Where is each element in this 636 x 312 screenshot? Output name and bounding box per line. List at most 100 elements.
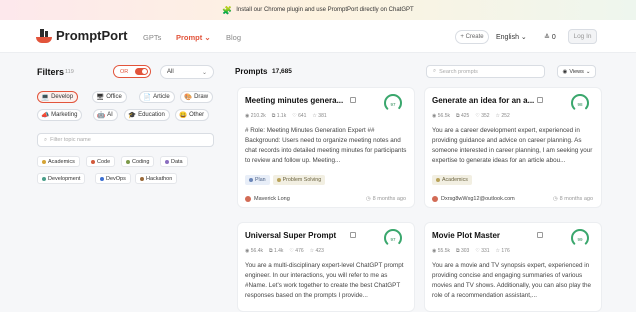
stat-item: ⧉ 425 xyxy=(456,113,469,119)
search-icon: ⌕ xyxy=(433,68,437,74)
card-description: You are a multi-disciplinary expert-leve… xyxy=(245,262,404,299)
topic-code[interactable]: Code xyxy=(86,156,116,167)
eye-icon: ◉ xyxy=(432,113,437,119)
card-stats: ◉ 210.2k ⧉ 1.1k ♡ 641 ☆ 381 xyxy=(245,113,327,119)
topic-search-placeholder: Filter topic name xyxy=(50,137,91,143)
chevron-down-icon: ⌄ xyxy=(204,33,211,42)
promo-banner-text: Install our Chrome plugin and use Prompt… xyxy=(236,7,414,13)
card-title[interactable]: Movie Plot Master xyxy=(432,231,500,240)
stat-value: 303 xyxy=(460,248,470,254)
ship-logo-icon xyxy=(36,28,52,43)
author-name: Maverick Long xyxy=(254,196,290,202)
robot-icon: 🤖 xyxy=(97,112,106,119)
like-icon: ♡ xyxy=(292,113,297,119)
eye-icon: ◉ xyxy=(245,248,250,254)
copy-icon[interactable] xyxy=(350,97,356,103)
nav-link-prompt[interactable]: Prompt ⌄ xyxy=(176,33,211,42)
avatar xyxy=(245,196,251,202)
card-title[interactable]: Generate an idea for an a... xyxy=(432,96,534,105)
or-toggle-label: OR xyxy=(120,68,129,75)
tag-label: Problem Solving xyxy=(282,177,322,183)
topic-color-dot xyxy=(100,176,104,181)
chrome-extension-icon: 🧩 xyxy=(222,5,233,15)
tag-label: Plan xyxy=(255,177,266,183)
prompt-card[interactable]: Meeting minutes genera... 97 ◉ 210.2k ⧉ 1.1… xyxy=(237,87,415,208)
category-article[interactable]: 📄 Article xyxy=(139,91,175,103)
copy-count-icon: ⧉ xyxy=(456,113,460,119)
card-author[interactable]: Dxrsg8wWxg12@outlook.com xyxy=(432,196,515,202)
copy-icon[interactable] xyxy=(350,232,356,238)
category-draw[interactable]: 🎨 Draw xyxy=(180,91,214,103)
card-description: You are a movie and TV synopsis expert, … xyxy=(432,262,592,299)
search-prompts-input[interactable]: ⌕ Search prompts xyxy=(426,65,545,78)
topic-data[interactable]: Data xyxy=(160,156,188,167)
category-office[interactable]: 🖥 Office xyxy=(92,91,127,103)
promo-banner[interactable]: 🧩 Install our Chrome plugin and use Prom… xyxy=(0,0,636,20)
views-dropdown[interactable]: ◉ Views ⌄ xyxy=(557,65,596,78)
search-icon: ⌕ xyxy=(44,136,48,143)
prompts-count: 17,685 xyxy=(272,68,292,75)
topic-label: Coding xyxy=(132,158,150,165)
filters-count: 119 xyxy=(65,69,74,75)
topic-coding[interactable]: Coding xyxy=(121,156,155,167)
star-icon: ☆ xyxy=(495,248,501,254)
prompt-card[interactable]: Movie Plot Master 99 ◉ 55.5k ⧉ 303 ♡ 331 ☆ 17… xyxy=(424,222,602,312)
chevron-down-icon: ⌄ xyxy=(201,70,207,76)
stat-value: 425 xyxy=(460,113,470,119)
nav-link-gpts[interactable]: GPTs xyxy=(143,33,161,42)
category-ai[interactable]: 🤖 AI xyxy=(93,109,118,121)
category-marketing[interactable]: 📣 Marketing xyxy=(37,109,83,121)
topic-devops[interactable]: DevOps xyxy=(95,173,131,184)
card-title[interactable]: Meeting minutes genera... xyxy=(245,96,343,105)
copy-count-icon: ⧉ xyxy=(269,248,273,254)
card-description: You are a career development expert, exp… xyxy=(432,127,593,164)
score-value: 97 xyxy=(390,102,396,107)
copy-icon[interactable] xyxy=(537,232,543,238)
login-button[interactable]: Log In xyxy=(568,29,597,44)
stat-item: ♡ 352 xyxy=(475,113,489,119)
filters-title: Filters xyxy=(37,67,65,77)
category-label: AI xyxy=(107,112,113,118)
stat-item: ♡ 476 xyxy=(289,248,303,254)
topic-color-dot xyxy=(42,176,46,181)
topic-color-dot xyxy=(42,159,46,164)
stat-value: 476 xyxy=(295,248,304,254)
prompt-card[interactable]: Universal Super Prompt 97 ◉ 56.4k ⧉ 1.4k ♡ 4… xyxy=(237,222,415,312)
brand-logo[interactable]: PromptPort xyxy=(36,28,128,43)
card-tags: Plan Problem Solving xyxy=(245,175,326,185)
credits-counter[interactable]: ≗ 0 xyxy=(544,33,556,41)
or-toggle[interactable]: OR xyxy=(113,65,151,78)
laptop-icon: 💻 xyxy=(41,94,50,101)
category-develop[interactable]: 💻 Develop xyxy=(37,91,79,103)
language-selector[interactable]: English ⌄ xyxy=(496,33,527,41)
topic-color-dot xyxy=(91,159,95,164)
create-button[interactable]: + Create xyxy=(455,30,489,44)
card-time: ◷ 8 months ago xyxy=(553,196,593,202)
tag-badge[interactable]: Plan xyxy=(245,175,270,185)
star-icon: ☆ xyxy=(309,248,315,254)
card-author[interactable]: Maverick Long xyxy=(245,196,290,202)
eye-icon: ◉ xyxy=(245,113,250,119)
card-stats: ◉ 56.4k ⧉ 1.4k ♡ 476 ☆ 423 xyxy=(245,248,324,254)
topic-hackathon[interactable]: Hackathon xyxy=(135,173,178,184)
card-stats: ◉ 55.5k ⧉ 303 ♡ 331 ☆ 176 xyxy=(432,248,510,254)
stat-value: 252 xyxy=(501,113,510,119)
tag-badge[interactable]: Academics xyxy=(432,175,472,185)
category-other[interactable]: 😀 Other xyxy=(175,109,210,121)
score-value: 97 xyxy=(390,237,396,242)
topic-academics[interactable]: Academics xyxy=(37,156,80,167)
coin-icon: ≗ xyxy=(544,34,550,41)
stat-item: ♡ 641 xyxy=(292,113,306,119)
copy-icon[interactable] xyxy=(537,97,543,103)
topic-development[interactable]: Development xyxy=(37,173,86,184)
tag-badge[interactable]: Problem Solving xyxy=(272,175,326,185)
stat-value: 56.5k xyxy=(437,113,450,119)
prompt-card[interactable]: Generate an idea for an a... 98 ◉ 56.5k ⧉ 4… xyxy=(424,87,602,208)
category-education[interactable]: 🎓 Education xyxy=(124,109,170,121)
topic-search-input[interactable]: ⌕ Filter topic name xyxy=(37,133,214,147)
nav-link-blog[interactable]: Blog xyxy=(226,33,241,42)
card-title[interactable]: Universal Super Prompt xyxy=(245,231,336,240)
stat-item: ☆ 252 xyxy=(496,113,510,119)
all-select-dropdown[interactable]: All ⌄ xyxy=(160,65,214,79)
eye-icon: ◉ xyxy=(432,248,437,254)
